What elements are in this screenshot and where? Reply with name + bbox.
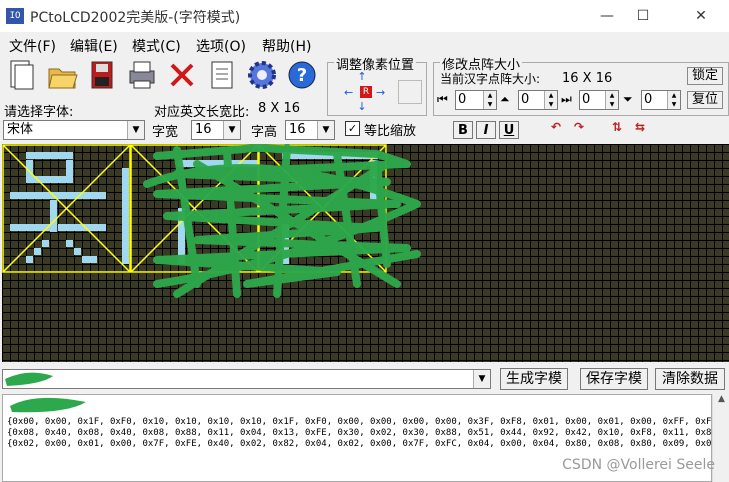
reset-position-button[interactable]: R: [360, 86, 372, 98]
menu-options[interactable]: 选项(O): [196, 36, 246, 56]
menu-file[interactable]: 文件(F): [9, 36, 56, 56]
pixel-adjust-label: 调整像素位置: [334, 54, 417, 73]
pixel-grid-editor[interactable]: [2, 144, 729, 362]
aspect-ratio-value: 8 X 16: [258, 101, 300, 116]
top-margin-spinner[interactable]: 0 ▲ ▼: [518, 90, 558, 110]
print-icon[interactable]: [125, 58, 159, 92]
proportional-checkbox[interactable]: ✓: [345, 121, 360, 136]
rotate-left-icon[interactable]: ↶: [551, 120, 571, 140]
watermark: CSDN @Vollerei Seele: [562, 457, 715, 473]
current-size-value: 16 X 16: [562, 71, 613, 86]
generate-font-button[interactable]: 生成字模: [500, 368, 568, 390]
title-bar: IO PCtoLCD2002完美版-(字符模式) — ☐ ✕: [0, 0, 729, 32]
top-margin-icon: ⏶: [500, 92, 510, 106]
flip-horizontal-icon[interactable]: ⇆: [635, 120, 655, 140]
rotate-right-icon[interactable]: ↷: [574, 120, 594, 140]
arrow-left-icon[interactable]: ←: [344, 86, 356, 99]
window-title: PCtoLCD2002完美版-(字符模式): [30, 10, 241, 26]
proportional-label: 等比缩放: [364, 124, 417, 139]
save-disk-icon[interactable]: [85, 58, 119, 92]
font-select[interactable]: 宋体 ▼: [3, 120, 145, 140]
center-align-icon[interactable]: [398, 80, 422, 104]
char-width-select[interactable]: 16 ▼: [191, 120, 241, 140]
maximize-button[interactable]: ☐: [620, 4, 666, 28]
arrow-right-icon[interactable]: →: [376, 86, 388, 99]
left-margin-icon: ⏮: [437, 92, 448, 106]
help-icon[interactable]: ?: [285, 58, 319, 92]
arrow-down-icon[interactable]: ↓: [356, 100, 368, 113]
output-line: {0x00, 0x00, 0x1F, 0xF0, 0x10, 0x10, 0x1…: [7, 417, 712, 427]
char-height-select[interactable]: 16 ▼: [285, 120, 335, 140]
output-line: {0x02, 0x00, 0x01, 0x00, 0x7F, 0xFE, 0x4…: [7, 439, 712, 449]
current-size-label: 当前汉字点阵大小:: [440, 72, 541, 86]
char-height-label: 字高: [251, 125, 278, 140]
char-width-label: 字宽: [152, 125, 179, 140]
menu-mode[interactable]: 模式(C): [132, 36, 181, 56]
document-icon[interactable]: [205, 58, 239, 92]
aspect-ratio-label: 对应英文长宽比:: [154, 105, 250, 120]
redacted-text-blob: [5, 372, 53, 386]
clear-data-button[interactable]: 清除数据: [655, 368, 725, 390]
svg-text:?: ?: [297, 65, 307, 86]
menu-bar: 文件(F) 编辑(E) 模式(C) 选项(O) 帮助(H): [0, 32, 729, 56]
lock-button[interactable]: 锁定: [687, 67, 723, 85]
close-button[interactable]: ✕: [678, 4, 724, 28]
arrow-up-icon[interactable]: ↑: [356, 70, 368, 83]
right-margin-spinner[interactable]: 0 ▲ ▼: [579, 90, 619, 110]
menu-help[interactable]: 帮助(H): [262, 36, 311, 56]
flip-vertical-icon[interactable]: ⇅: [612, 120, 632, 140]
redaction-scribble: [143, 144, 421, 298]
gear-icon[interactable]: [245, 58, 279, 92]
menu-edit[interactable]: 编辑(E): [70, 36, 118, 56]
delete-x-icon[interactable]: [165, 58, 199, 92]
italic-button[interactable]: I: [476, 121, 496, 139]
left-margin-spinner[interactable]: 0 ▲ ▼: [455, 90, 497, 110]
reset-button[interactable]: 复位: [687, 91, 723, 109]
redacted-header-blob: [10, 397, 86, 413]
app-icon: IO: [6, 8, 24, 24]
underline-button[interactable]: U: [499, 121, 519, 139]
new-file-icon[interactable]: [5, 58, 39, 92]
bold-button[interactable]: B: [453, 121, 473, 139]
output-format-select[interactable]: ▼: [2, 369, 491, 389]
bottom-margin-spinner[interactable]: 0 ▲ ▼: [641, 90, 681, 110]
output-line: {0x08, 0x40, 0x08, 0x40, 0x08, 0x88, 0x1…: [7, 428, 712, 438]
bottom-margin-icon: ⏷: [623, 92, 633, 106]
save-font-button[interactable]: 保存字模: [580, 368, 648, 390]
open-folder-icon[interactable]: [45, 58, 79, 92]
font-select-label: 请选择字体:: [4, 105, 74, 120]
right-margin-icon: ⏭: [561, 92, 572, 106]
